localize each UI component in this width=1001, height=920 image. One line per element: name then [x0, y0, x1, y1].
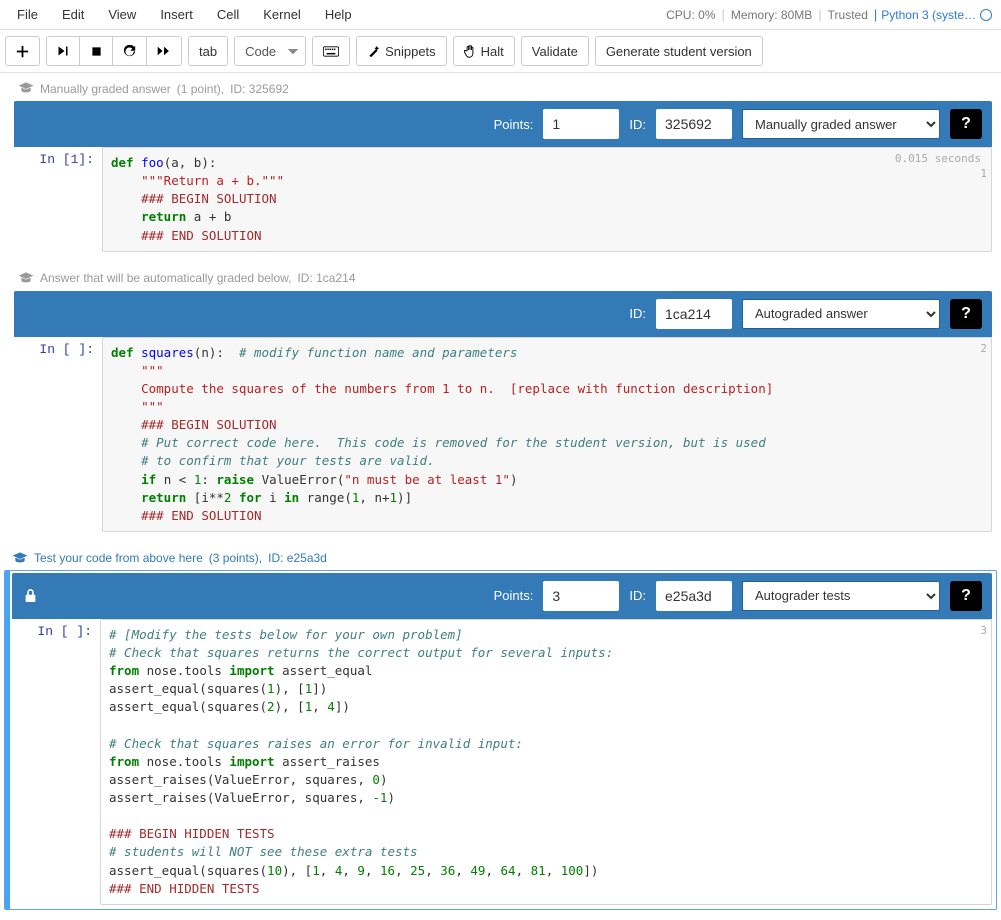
stop-icon: [91, 46, 102, 57]
cell-number: 3: [980, 623, 987, 639]
id-input[interactable]: [656, 581, 732, 611]
menu-edit[interactable]: Edit: [50, 1, 96, 28]
nbgrader-toolbar: ID: Autograded answer ?: [14, 291, 992, 337]
menu-help[interactable]: Help: [313, 1, 364, 28]
cpu-status: CPU: 0%: [660, 8, 721, 22]
cell-number: 1: [980, 166, 987, 182]
section-header-2: Answer that will be automatically graded…: [0, 263, 1001, 290]
code-input[interactable]: 0.015 seconds1def foo(a, b): """Return a…: [102, 147, 992, 252]
cell-prompt: In [1]:: [14, 147, 102, 252]
section-desc: Test your code from above here: [34, 551, 203, 565]
cell-grade-type-select[interactable]: Autograder tests: [742, 581, 940, 611]
cell-3[interactable]: Points: ID: Autograder tests ? In [ ]: 3…: [4, 570, 997, 910]
cell-grade-type-select[interactable]: Manually graded answer: [742, 109, 940, 139]
code-input[interactable]: 3# [Modify the tests below for your own …: [100, 619, 992, 905]
nbgrader-toolbar: Points: ID: Autograder tests ?: [12, 573, 992, 619]
section-id: ID: 1ca214: [297, 271, 355, 285]
toolbar: tab Code Snippets Halt Validate Generate…: [0, 30, 1001, 73]
refresh-icon: [123, 45, 136, 58]
tab-button[interactable]: tab: [188, 36, 228, 66]
insert-cell-button[interactable]: [5, 36, 40, 66]
section-header-3: Test your code from above here (3 points…: [0, 543, 1001, 570]
memory-status: Memory: 80MB: [725, 8, 818, 22]
halt-button[interactable]: Halt: [453, 36, 515, 66]
code-input[interactable]: 2def squares(n): # modify function name …: [102, 337, 992, 532]
points-input[interactable]: [543, 109, 619, 139]
section-header-1: Manually graded answer (1 point), ID: 32…: [0, 73, 1001, 100]
trusted-status[interactable]: Trusted: [822, 8, 874, 22]
kernel-idle-icon: [980, 9, 992, 21]
command-palette-button[interactable]: [312, 36, 350, 66]
id-label: ID:: [629, 117, 646, 132]
section-points: (1 point),: [177, 82, 224, 96]
keyboard-icon: [323, 46, 339, 57]
section-desc: Answer that will be automatically graded…: [40, 271, 291, 285]
execution-time: 0.015 seconds: [895, 151, 981, 167]
id-input[interactable]: [656, 109, 732, 139]
help-button[interactable]: ?: [950, 581, 982, 611]
plus-icon: [16, 45, 29, 58]
run-controls: [46, 36, 182, 66]
kernel-name[interactable]: Python 3 (syste…: [877, 8, 996, 22]
id-label: ID:: [629, 306, 646, 321]
help-button[interactable]: ?: [950, 299, 982, 329]
fast-forward-icon: [157, 45, 171, 57]
snippets-label: Snippets: [385, 44, 436, 59]
step-forward-icon: [57, 45, 69, 57]
help-button[interactable]: ?: [950, 109, 982, 139]
stop-button[interactable]: [79, 36, 113, 66]
menu-kernel[interactable]: Kernel: [251, 1, 313, 28]
menu-file[interactable]: File: [5, 1, 50, 28]
cell-grade-type-select[interactable]: Autograded answer: [742, 299, 940, 329]
section-id: ID: e25a3d: [268, 551, 327, 565]
kernel-label: Python 3 (syste…: [881, 8, 976, 22]
cell-type-select[interactable]: Code: [234, 36, 306, 66]
section-id: ID: 325692: [230, 82, 289, 96]
cell-prompt: In [ ]:: [12, 619, 100, 905]
points-input[interactable]: [543, 581, 619, 611]
validate-button[interactable]: Validate: [521, 36, 589, 66]
menu-insert[interactable]: Insert: [148, 1, 205, 28]
cell-prompt: In [ ]:: [14, 337, 102, 532]
menu-bar: File Edit View Insert Cell Kernel Help C…: [0, 0, 1001, 30]
generate-student-version-button[interactable]: Generate student version: [595, 36, 763, 66]
cell-number: 2: [980, 341, 987, 357]
cell-1[interactable]: Points: ID: Manually graded answer ? In …: [8, 100, 993, 253]
points-label: Points:: [494, 117, 534, 132]
id-input[interactable]: [656, 299, 732, 329]
section-desc: Manually graded answer: [40, 82, 171, 96]
magic-wand-icon: [367, 45, 380, 58]
menu-view[interactable]: View: [96, 1, 148, 28]
hand-stop-icon: [464, 45, 476, 58]
run-all-button[interactable]: [146, 36, 182, 66]
graduation-cap-icon: [18, 271, 34, 286]
halt-label: Halt: [481, 44, 504, 59]
graduation-cap-icon: [12, 551, 28, 566]
menu-cell[interactable]: Cell: [205, 1, 251, 28]
graduation-cap-icon: [18, 81, 34, 96]
run-button[interactable]: [46, 36, 80, 66]
cell-2[interactable]: ID: Autograded answer ? In [ ]: 2def squ…: [8, 290, 993, 533]
restart-button[interactable]: [112, 36, 147, 66]
section-points: (3 points),: [209, 551, 262, 565]
snippets-button[interactable]: Snippets: [356, 36, 447, 66]
lock-icon: [24, 588, 37, 603]
nbgrader-toolbar: Points: ID: Manually graded answer ?: [14, 101, 992, 147]
notebook-container: Manually graded answer (1 point), ID: 32…: [0, 73, 1001, 910]
id-label: ID:: [629, 588, 646, 603]
points-label: Points:: [494, 588, 534, 603]
